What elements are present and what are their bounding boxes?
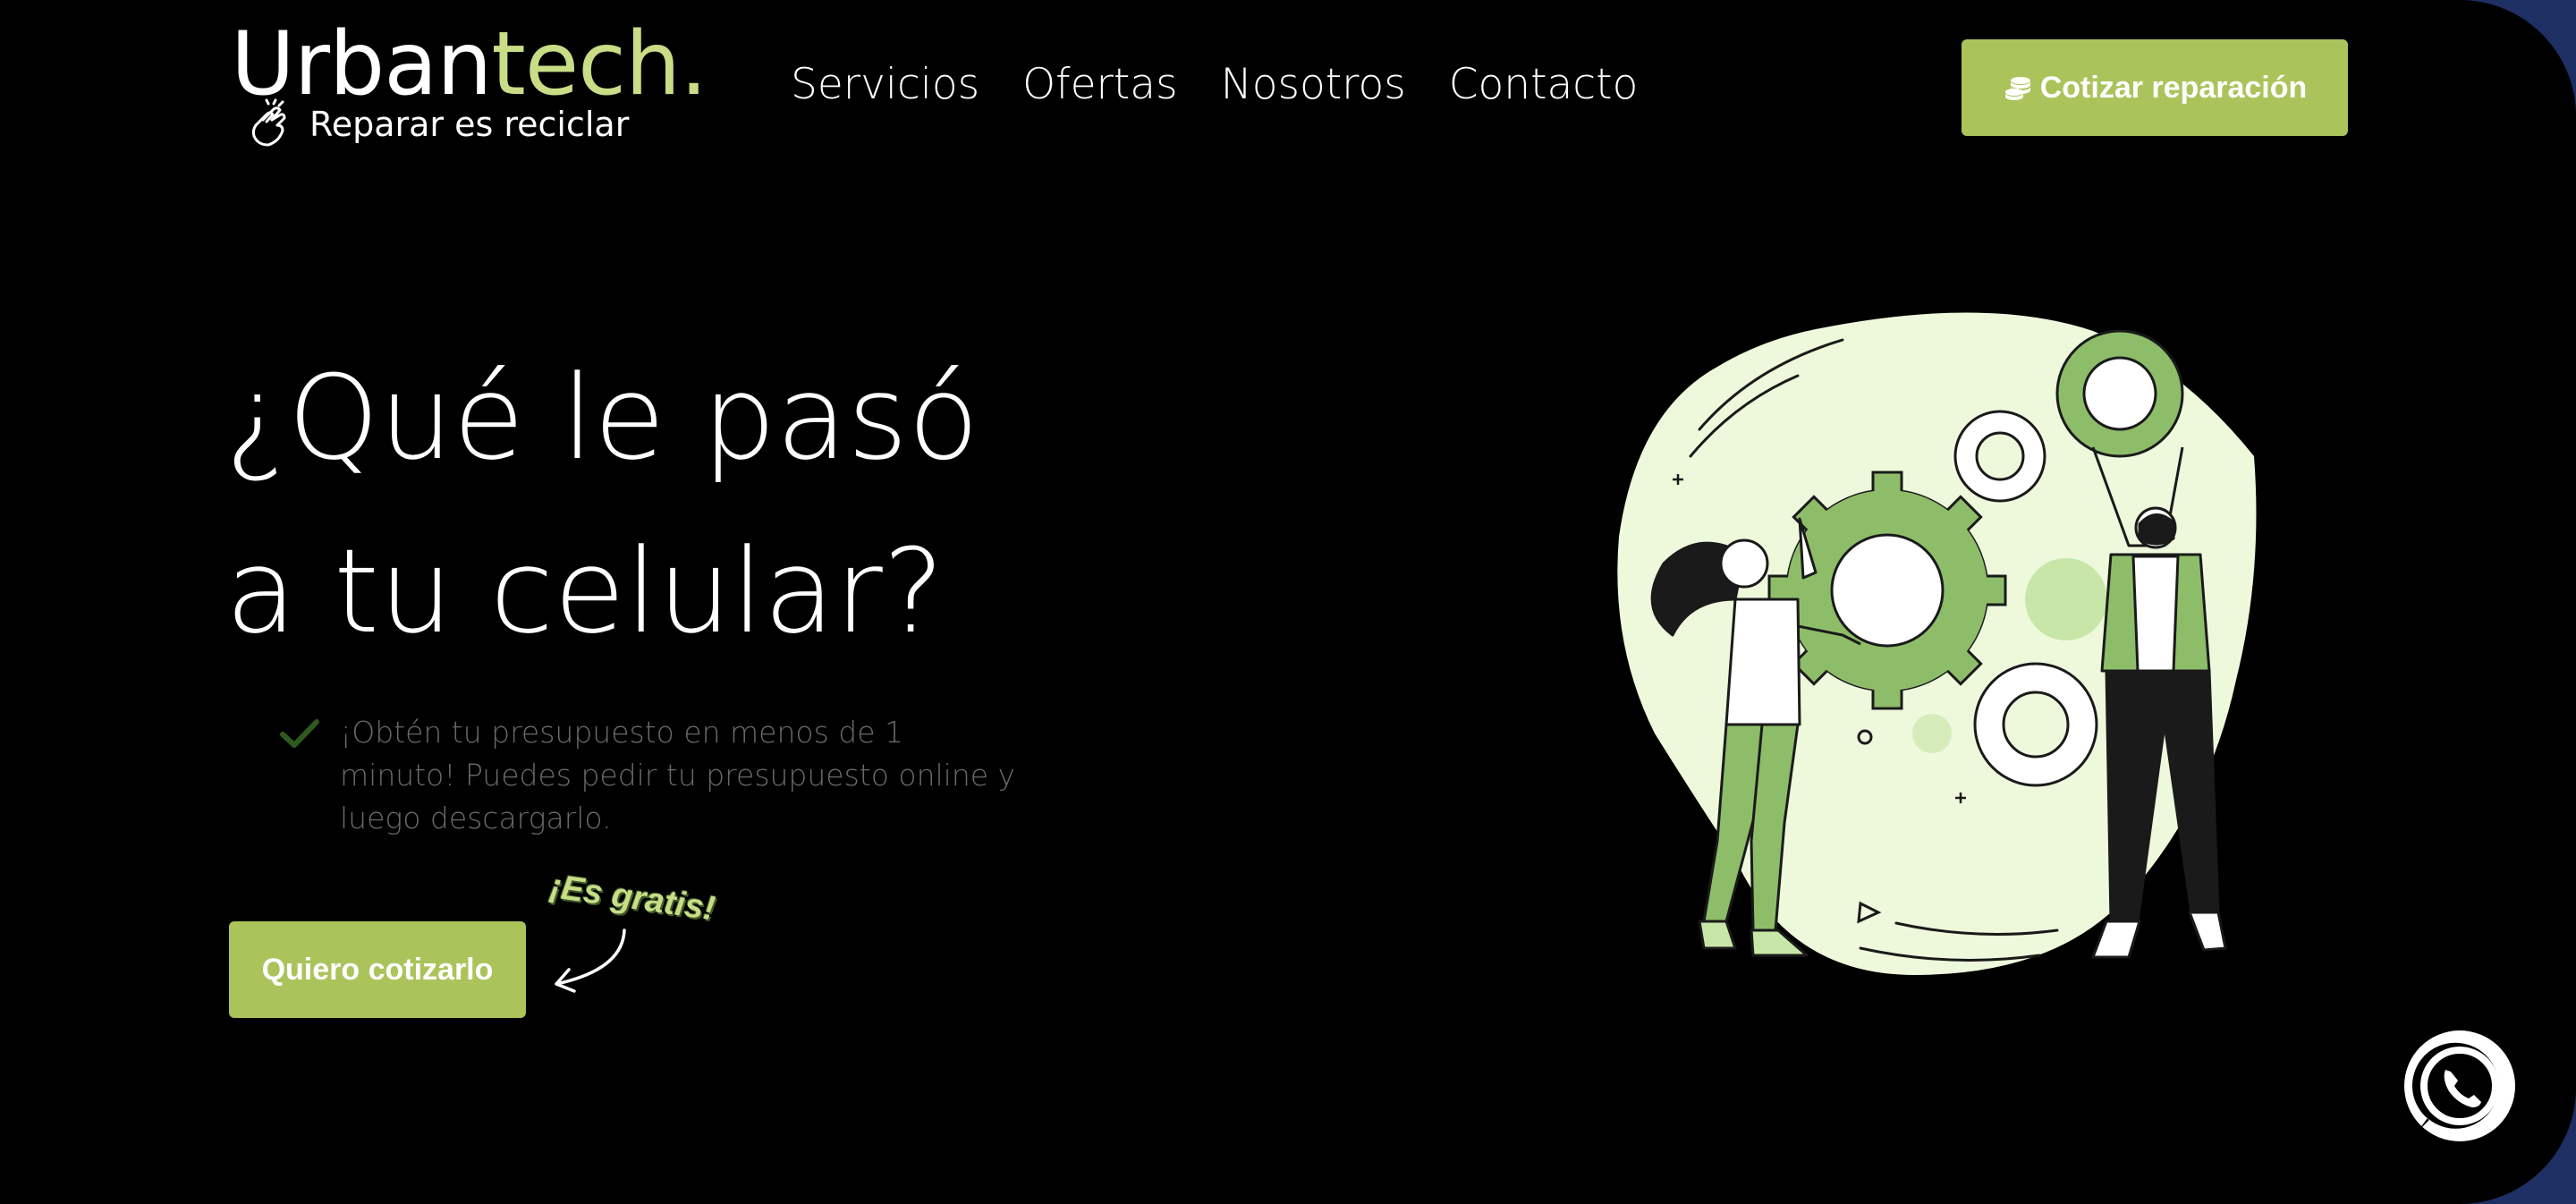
quote-repair-button[interactable]: Cotizar reparación bbox=[1962, 39, 2348, 136]
brand-tagline: Reparar es reciclar bbox=[309, 105, 630, 144]
nav-item-ofertas[interactable]: Ofertas bbox=[1022, 54, 1178, 116]
brand-logo[interactable]: Urbantech. Reparar es reciclar bbox=[231, 20, 708, 154]
feature-text: ¡Obtén tu presupuesto en menos de 1 minu… bbox=[340, 715, 1016, 835]
quote-repair-label: Cotizar reparación bbox=[2039, 70, 2308, 105]
check-icon bbox=[280, 719, 319, 748]
free-badge: ¡Es gratis! bbox=[547, 868, 718, 928]
hero-title-line-2: a tu celular? bbox=[225, 523, 945, 659]
brand-wordmark: Urbantech. bbox=[231, 20, 708, 109]
nav-item-servicios[interactable]: Servicios bbox=[791, 54, 979, 116]
hero-title-line-1: ¿Qué le pasó bbox=[225, 350, 979, 486]
nav-item-contacto[interactable]: Contacto bbox=[1449, 54, 1639, 116]
coins-icon bbox=[2004, 77, 2030, 100]
hero-title: ¿Qué le pasó a tu celular? bbox=[225, 331, 979, 678]
quote-cta-label: Quiero cotizarlo bbox=[261, 952, 494, 987]
main-nav: Servicios Ofertas Nosotros Contacto bbox=[791, 54, 1681, 116]
hand-icon bbox=[251, 98, 286, 147]
gears-teamwork-illustration bbox=[1617, 312, 2257, 975]
hero-section: Urbantech. Reparar es reciclar Servicios… bbox=[0, 0, 2576, 1204]
whatsapp-icon[interactable] bbox=[2397, 1027, 2522, 1152]
curved-arrow-icon bbox=[555, 928, 626, 993]
quote-cta-button[interactable]: Quiero cotizarlo bbox=[229, 921, 526, 1018]
feature-item: ¡Obtén tu presupuesto en menos de 1 minu… bbox=[279, 711, 1015, 845]
brand-name-accent: tech. bbox=[491, 13, 708, 115]
nav-item-nosotros[interactable]: Nosotros bbox=[1221, 54, 1406, 116]
